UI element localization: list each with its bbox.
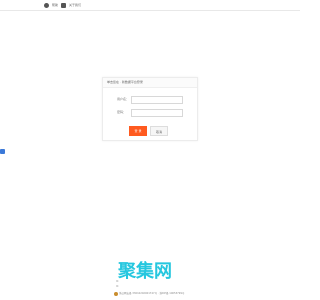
login-title: 单击您在 · 新数据平台登录 [103,78,197,88]
cancel-button[interactable]: 取消 [150,126,168,136]
username-row: 用户名： [103,96,197,104]
password-label: 密码： [117,110,127,114]
help-link[interactable]: 帮助 [52,3,58,7]
footer-registration[interactable]: 浙公网安备 33010202001747号 · 浙ICP备 10053799号 [119,292,184,296]
footer-line-2: IC [116,285,119,288]
home-icon[interactable] [44,2,49,8]
password-row: 密码： [103,109,197,117]
username-field[interactable] [131,96,183,104]
top-divider [0,10,300,11]
about-icon[interactable] [61,2,67,8]
police-badge-icon [114,292,118,296]
login-panel: 单击您在 · 新数据平台登录 用户名： 密码： 登 录 取消 [102,77,198,141]
login-button[interactable]: 登 录 [129,126,147,136]
top-navigation: 帮助 关于我们 [44,1,81,9]
password-field[interactable] [131,109,183,117]
about-link[interactable]: 关于我们 [69,3,81,7]
side-badge[interactable] [0,149,5,154]
username-label: 用户名： [117,97,130,101]
footer-logo: 聚集网 [118,261,172,282]
login-actions: 登 录 取消 [129,126,168,136]
